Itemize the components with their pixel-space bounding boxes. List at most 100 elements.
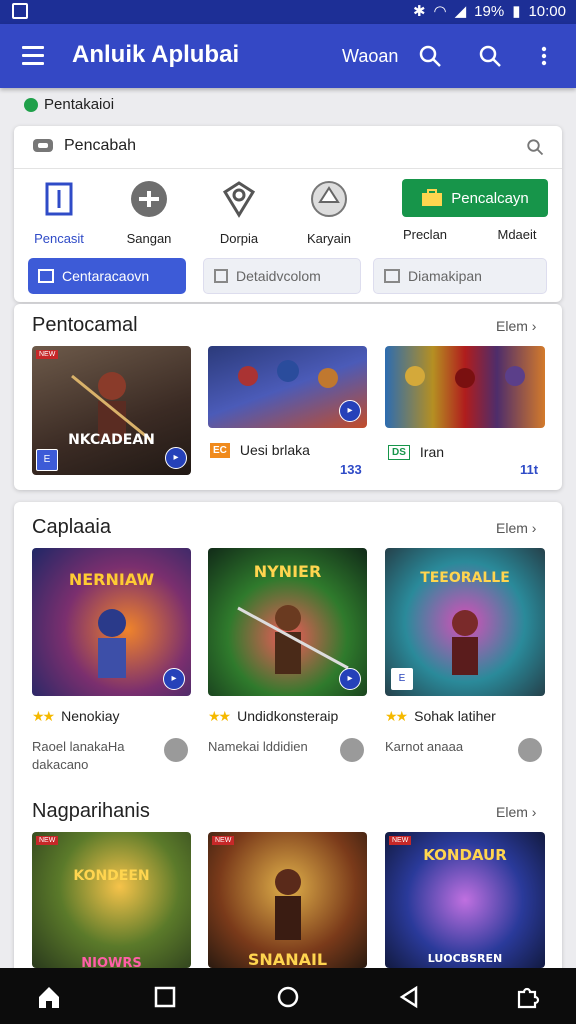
bluetooth-icon: ✱ — [412, 3, 426, 20]
game-title: Undidkonsteraip — [237, 708, 339, 724]
gallery-notification-icon — [12, 3, 28, 19]
publisher-icon: E — [391, 668, 413, 690]
home-circle-icon[interactable] — [275, 984, 301, 1010]
store-icon: ▸ — [163, 668, 185, 690]
status-bar: ✱ ◠ ◢ 19% ▮ 10:00 — [0, 0, 576, 24]
battery-percent: 19% — [474, 2, 505, 20]
search-icon[interactable] — [418, 44, 442, 68]
more-options-icon[interactable] — [532, 44, 556, 68]
app-action-button[interactable]: Waoan — [342, 46, 398, 67]
category-label: Dorpia — [219, 231, 259, 246]
category-label: Pencasit — [34, 231, 84, 246]
game-title: Nenokiay — [61, 708, 120, 724]
search-bar[interactable]: Pencabah — [14, 126, 562, 169]
leaf-icon — [24, 97, 38, 112]
game-thumbnail[interactable]: NERNIAW ▸ — [32, 548, 191, 696]
game-description: Raoel lanakaHa dakacano — [32, 739, 125, 772]
publisher-icon: E — [36, 449, 58, 471]
signal-icon: ◢ — [454, 3, 467, 20]
game-art-subtitle: NIOWRS — [81, 956, 142, 968]
heroes-art — [405, 366, 525, 388]
game-meta: DS Iran — [388, 444, 444, 460]
search-input[interactable]: Pencabah — [64, 137, 136, 155]
document-icon — [45, 182, 73, 216]
edit-icon — [214, 269, 228, 283]
game-meta: EC Uesi brlaka — [210, 442, 310, 458]
menu-icon[interactable] — [22, 46, 44, 65]
chat-icon — [33, 139, 53, 152]
system-nav-bar — [0, 968, 576, 1024]
game-thumbnail[interactable]: NEW NKCADEAN E ▸ — [32, 346, 191, 475]
game-thumbnail[interactable]: NEW KONDAUR LUOCBSREN — [385, 832, 545, 968]
game-count: 11t — [520, 462, 539, 477]
category-sangan[interactable]: Sangan — [104, 176, 194, 246]
see-more-link[interactable]: Elem › — [496, 520, 536, 536]
store-icon: ▸ — [165, 447, 187, 469]
section-title: Nagparihanis — [32, 800, 150, 822]
category-dorpia[interactable]: Dorpia — [194, 176, 284, 246]
app-bar: Anluik Aplubai Waoan — [0, 24, 576, 88]
puzzle-icon[interactable] — [514, 984, 540, 1010]
game-title: Uesi brlaka — [239, 442, 310, 458]
tab-detaidvcolom[interactable]: Detaidvcolom — [203, 258, 361, 294]
section-title: Caplaaia — [32, 516, 111, 538]
game-thumbnail[interactable]: ▸ — [208, 346, 367, 428]
category-karyain[interactable]: Karyain — [284, 176, 374, 246]
game-art-title: KONDEEN — [73, 868, 150, 884]
category-mdaeit[interactable]: Mdaeit — [472, 227, 562, 242]
subheader: Pentakaioi — [24, 96, 114, 113]
category-card: Pencabah Pencasit Sangan Dorpia Karyain … — [14, 126, 562, 302]
category-label: Mdaeit — [497, 227, 537, 242]
tab-centaracaovn[interactable]: Centaracaovn — [28, 258, 186, 294]
game-title-row: ★★ Sohak latiher — [385, 708, 496, 725]
game-art-title: SNANAIL — [247, 950, 328, 968]
game-art-title: NKCADEAN — [68, 432, 155, 448]
badge-icon — [222, 181, 256, 218]
game-thumbnail[interactable]: TEEORALLE E — [385, 548, 545, 696]
see-more-link[interactable]: Elem › — [496, 804, 536, 820]
section-title: Pentocamal — [32, 314, 138, 336]
publisher-logo-icon: DS — [388, 444, 410, 460]
game-description: Namekai lddidien — [208, 739, 308, 754]
game-thumbnail[interactable] — [385, 346, 545, 428]
category-label: Karyain — [306, 231, 352, 246]
tab-label: Centaracaovn — [62, 268, 150, 284]
game-thumbnail[interactable]: NEW KONDEEN NIOWRS — [32, 832, 191, 968]
category-pencasit[interactable]: Pencasit — [14, 176, 104, 246]
publisher-logo-icon: EC — [210, 442, 230, 458]
play-icon[interactable] — [164, 738, 188, 762]
tab-label: Detaidvcolom — [236, 268, 321, 284]
green-action-button[interactable]: Pencalcayn — [402, 179, 548, 217]
category-preclan[interactable]: Preclan — [380, 227, 470, 242]
recents-icon[interactable] — [152, 984, 178, 1010]
warrior-art — [275, 869, 301, 940]
clock: 10:00 — [528, 2, 566, 20]
game-thumbnail[interactable]: NEW SNANAIL — [208, 832, 367, 968]
search-icon[interactable] — [526, 138, 544, 156]
game-title: Iran — [419, 444, 445, 460]
battery-icon: ▮ — [512, 3, 521, 20]
game-art-title: KONDAUR — [423, 846, 507, 864]
game-title-row: ★★ Nenokiay — [32, 708, 119, 725]
app-title: Anluik Aplubai — [72, 41, 240, 68]
store-icon: ▸ — [339, 668, 361, 690]
gamepad-icon — [131, 181, 167, 217]
green-button-label: Pencalcayn — [451, 189, 529, 207]
search-icon-secondary[interactable] — [478, 44, 502, 68]
game-thumbnail[interactable]: NYNIER ▸ — [208, 548, 367, 696]
tab-diamakipan[interactable]: Diamakipan — [373, 258, 547, 294]
play-icon[interactable] — [340, 738, 364, 762]
game-title: Sohak latiher — [414, 708, 496, 724]
back-icon[interactable] — [396, 984, 422, 1010]
briefcase-icon — [422, 189, 443, 206]
category-label: Sangan — [126, 231, 172, 246]
book-icon — [38, 269, 54, 283]
home-icon[interactable] — [36, 984, 62, 1010]
game-art-subtitle: LUOCBSREN — [427, 952, 503, 965]
share-icon[interactable] — [518, 738, 542, 762]
trophy-icon — [311, 181, 347, 217]
game-count: 133 — [340, 462, 362, 477]
see-more-link[interactable]: Elem › — [496, 318, 536, 334]
game-description: Karnot anaaa — [385, 739, 464, 754]
wifi-icon: ◠ — [433, 3, 447, 20]
